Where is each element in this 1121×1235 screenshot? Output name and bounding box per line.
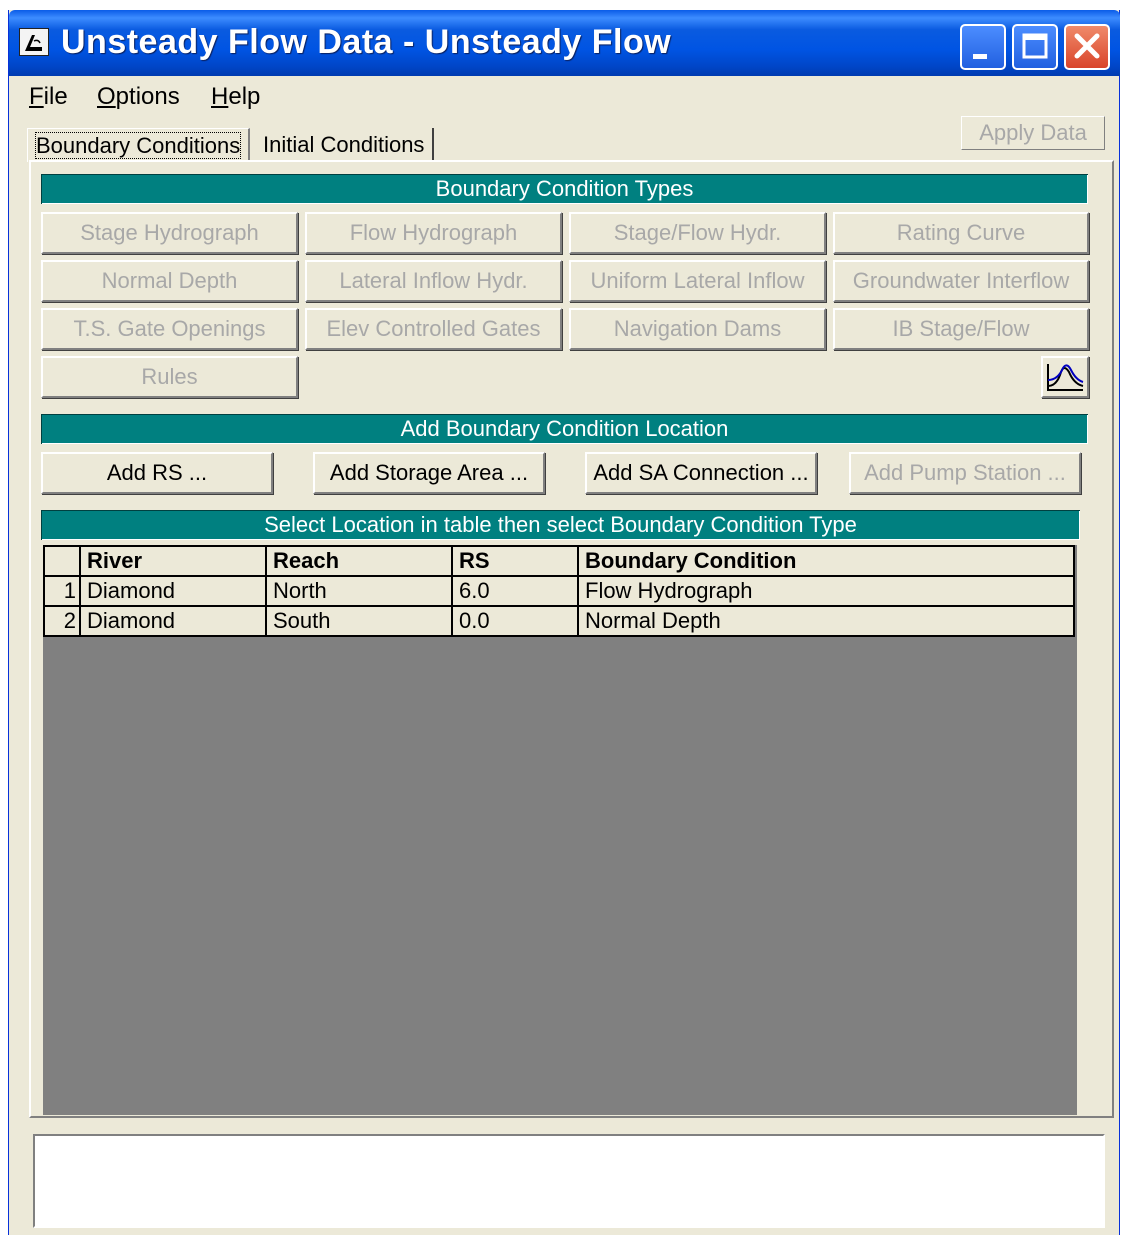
table-header-row: River Reach RS Boundary Condition <box>43 545 1075 577</box>
menu-options-rest: ptions <box>115 83 180 110</box>
maximize-button[interactable] <box>1012 24 1058 70</box>
location-table-area[interactable]: River Reach RS Boundary Condition 1 Diam… <box>43 545 1077 1115</box>
title-bar[interactable]: Unsteady Flow Data - Unsteady Flow <box>9 10 1120 76</box>
stage-hydrograph-button[interactable]: Stage Hydrograph <box>41 212 298 254</box>
add-rs-button[interactable]: Add RS ... <box>41 452 273 494</box>
lateral-inflow-hydr-button[interactable]: Lateral Inflow Hydr. <box>305 260 562 302</box>
menu-help-mnemonic: H <box>211 83 229 110</box>
col-boundary-condition[interactable]: Boundary Condition <box>577 545 1075 577</box>
stage-flow-hydr-button[interactable]: Stage/Flow Hydr. <box>569 212 826 254</box>
window-title: Unsteady Flow Data - Unsteady Flow <box>61 23 672 61</box>
groundwater-interflow-button[interactable]: Groundwater Interflow <box>833 260 1089 302</box>
cell-reach[interactable]: South <box>265 605 453 637</box>
minimize-button[interactable] <box>960 24 1006 70</box>
location-table[interactable]: River Reach RS Boundary Condition 1 Diam… <box>43 545 1075 637</box>
menu-help[interactable]: Help <box>211 82 260 112</box>
elev-controlled-gates-button[interactable]: Elev Controlled Gates <box>305 308 562 350</box>
tab-initial-conditions[interactable]: Initial Conditions <box>255 128 435 162</box>
cell-rs[interactable]: 0.0 <box>451 605 579 637</box>
menu-options-mnemonic: O <box>97 83 116 110</box>
hydrograph-plot-icon <box>1047 364 1084 391</box>
corner-cell[interactable] <box>43 545 81 577</box>
rating-curve-button[interactable]: Rating Curve <box>833 212 1089 254</box>
row-number[interactable]: 2 <box>43 605 81 637</box>
tab-initial-label: Initial Conditions <box>263 132 425 157</box>
menu-file-mnemonic: F <box>29 83 44 110</box>
ib-stage-flow-button[interactable]: IB Stage/Flow <box>833 308 1089 350</box>
tab-boundary-conditions[interactable]: Boundary Conditions <box>27 128 251 162</box>
cell-rs[interactable]: 6.0 <box>451 575 579 607</box>
menu-file-rest: ile <box>43 83 68 110</box>
col-river[interactable]: River <box>79 545 267 577</box>
tab-boundary-label: Boundary Conditions <box>34 132 242 159</box>
bc-types-header: Boundary Condition Types <box>41 174 1088 204</box>
add-sa-connection-button[interactable]: Add SA Connection ... <box>585 452 817 494</box>
add-location-header: Add Boundary Condition Location <box>41 414 1088 444</box>
apply-data-button[interactable]: Apply Data <box>961 116 1105 150</box>
table-row[interactable]: 2 Diamond South 0.0 Normal Depth <box>43 605 1075 637</box>
menu-bar: File Options Help <box>9 78 1120 114</box>
col-reach[interactable]: Reach <box>265 545 453 577</box>
table-row[interactable]: 1 Diamond North 6.0 Flow Hydrograph <box>43 575 1075 607</box>
cell-river[interactable]: Diamond <box>79 605 267 637</box>
row-number[interactable]: 1 <box>43 575 81 607</box>
cell-bc[interactable]: Flow Hydrograph <box>577 575 1075 607</box>
normal-depth-button[interactable]: Normal Depth <box>41 260 298 302</box>
status-box <box>33 1134 1105 1228</box>
table-header-bar: Select Location in table then select Bou… <box>41 510 1080 540</box>
menu-help-rest: elp <box>228 83 261 110</box>
unsteady-flow-window: Unsteady Flow Data - Unsteady Flow File … <box>8 10 1120 1235</box>
navigation-dams-button[interactable]: Navigation Dams <box>569 308 826 350</box>
app-icon[interactable] <box>19 28 49 56</box>
cell-river[interactable]: Diamond <box>79 575 267 607</box>
add-storage-area-button[interactable]: Add Storage Area ... <box>313 452 545 494</box>
uniform-lateral-inflow-button[interactable]: Uniform Lateral Inflow <box>569 260 826 302</box>
plot-button[interactable] <box>1041 356 1089 398</box>
menu-options[interactable]: Options <box>97 82 180 112</box>
ts-gate-openings-button[interactable]: T.S. Gate Openings <box>41 308 298 350</box>
flow-hydrograph-button[interactable]: Flow Hydrograph <box>305 212 562 254</box>
rules-button[interactable]: Rules <box>41 356 298 398</box>
cell-reach[interactable]: North <box>265 575 453 607</box>
menu-file[interactable]: File <box>29 82 68 112</box>
col-rs[interactable]: RS <box>451 545 579 577</box>
cell-bc[interactable]: Normal Depth <box>577 605 1075 637</box>
add-pump-station-button[interactable]: Add Pump Station ... <box>849 452 1081 494</box>
close-button[interactable] <box>1064 24 1110 70</box>
